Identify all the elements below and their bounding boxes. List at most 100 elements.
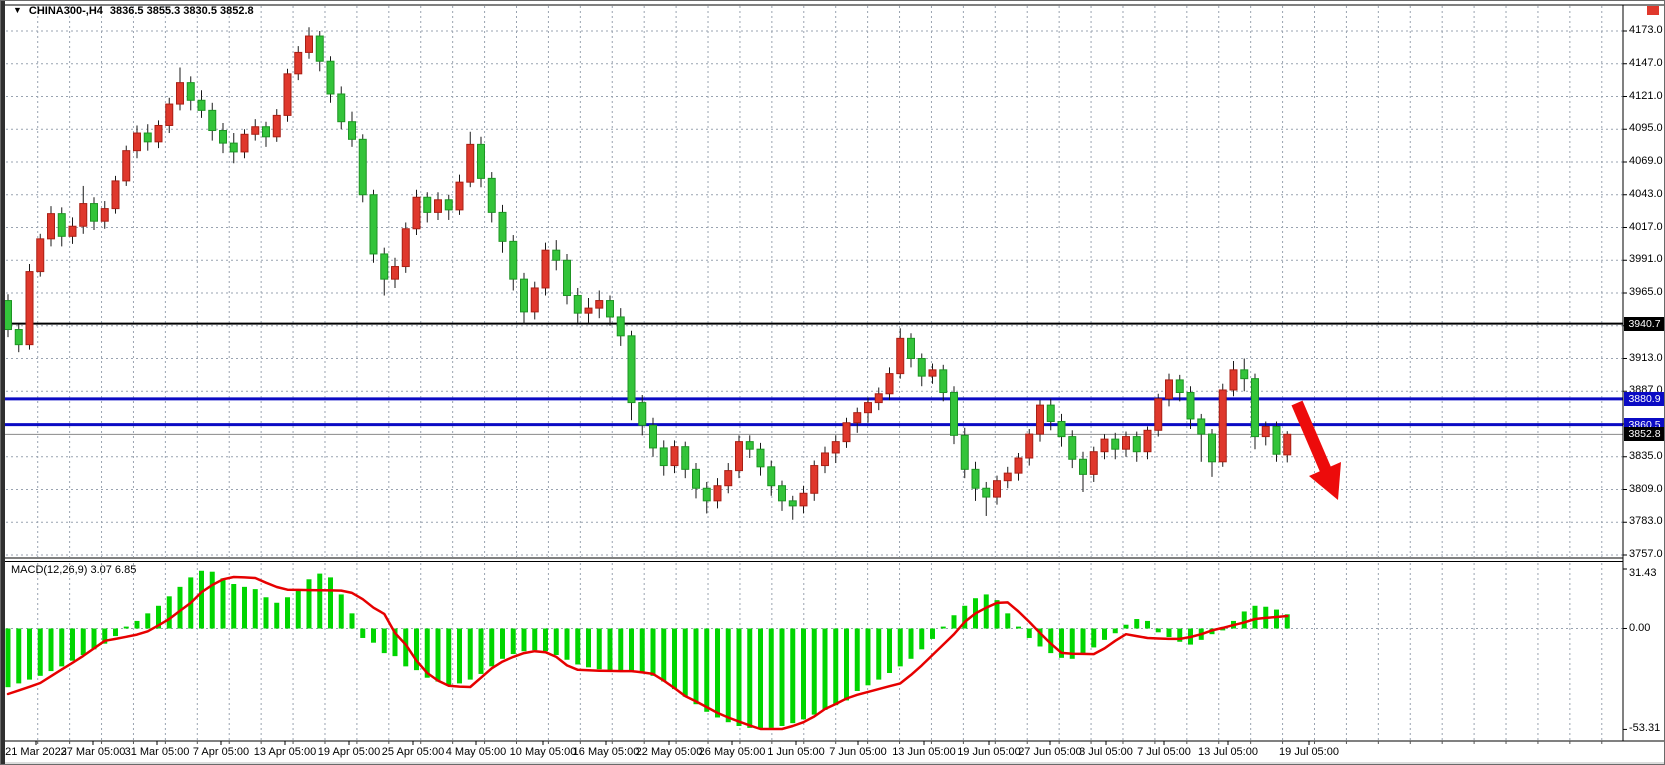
candle-up xyxy=(542,250,549,288)
macd-histogram-bar xyxy=(468,629,473,680)
candle-down xyxy=(5,301,12,330)
candle-down xyxy=(768,467,775,486)
triangle-down-icon[interactable]: ▼ xyxy=(13,5,22,15)
price-axis-label: 4043.0 xyxy=(1629,188,1663,200)
candle-up xyxy=(822,453,829,466)
chart-canvas[interactable] xyxy=(1,1,1665,765)
macd-histogram-bar xyxy=(1102,629,1107,640)
price-axis-label: 4147.0 xyxy=(1629,57,1663,69)
candle-up xyxy=(1015,458,1022,473)
price-axis-label: 3783.0 xyxy=(1629,515,1663,527)
candle-up xyxy=(811,466,818,494)
macd-histogram-bar xyxy=(876,629,881,680)
date-axis-label: 7 Jun 05:00 xyxy=(829,746,887,758)
candle-down xyxy=(1241,370,1248,379)
candle-down xyxy=(349,122,356,140)
macd-histogram-bar xyxy=(532,629,537,651)
candle-down xyxy=(1273,427,1280,455)
macd-histogram-bar xyxy=(1156,629,1161,633)
candle-down xyxy=(370,195,377,254)
macd-histogram-bar xyxy=(522,629,527,652)
macd-histogram-bar xyxy=(984,594,989,628)
candle-down xyxy=(338,94,345,122)
macd-histogram-bar xyxy=(274,603,279,629)
macd-histogram-bar xyxy=(167,596,172,628)
price-axis-label: 3965.0 xyxy=(1629,286,1663,298)
chart-window: ▼ CHINA300-,H4 3836.5 3855.3 3830.5 3852… xyxy=(0,0,1665,765)
candle-down xyxy=(327,61,334,94)
macd-histogram-bar xyxy=(747,629,752,728)
candle-down xyxy=(220,131,227,144)
candle-down xyxy=(445,200,452,210)
macd-histogram-bar xyxy=(683,629,688,697)
candle-up xyxy=(843,423,850,442)
macd-histogram-bar xyxy=(199,571,204,629)
macd-histogram-bar xyxy=(81,629,86,656)
candle-up xyxy=(241,134,248,152)
candle-up xyxy=(166,104,173,125)
macd-histogram-bar xyxy=(790,629,795,724)
candle-up xyxy=(1262,427,1269,437)
candle-down xyxy=(779,486,786,501)
candle-down xyxy=(1058,421,1065,436)
candle-up xyxy=(80,204,87,227)
candle-up xyxy=(854,413,861,423)
macd-histogram-bar xyxy=(339,594,344,628)
candle-down xyxy=(1209,434,1216,462)
candle-down xyxy=(789,501,796,506)
candle-down xyxy=(1133,437,1140,452)
candle-up xyxy=(596,301,603,309)
candle-up xyxy=(714,486,721,501)
candle-down xyxy=(198,100,205,110)
candle-up xyxy=(155,125,162,141)
candle-down xyxy=(564,260,571,295)
macd-histogram-bar xyxy=(6,629,11,688)
candle-down xyxy=(230,143,237,152)
macd-histogram-bar xyxy=(1253,606,1258,629)
macd-histogram-bar xyxy=(812,629,817,715)
macd-histogram-bar xyxy=(608,629,613,671)
macd-histogram-bar xyxy=(565,629,570,660)
candle-down xyxy=(682,447,689,470)
macd-histogram-bar xyxy=(1113,629,1118,634)
macd-histogram-bar xyxy=(16,629,21,684)
date-axis-label: 13 Jun 05:00 xyxy=(892,746,956,758)
candle-down xyxy=(381,254,388,279)
macd-histogram-bar xyxy=(49,629,54,672)
macd-histogram-bar xyxy=(715,629,720,718)
price-axis-label: 3991.0 xyxy=(1629,253,1663,265)
macd-histogram-bar xyxy=(307,579,312,628)
candle-up xyxy=(1155,399,1162,430)
macd-histogram-bar xyxy=(360,629,365,638)
price-axis-label: 4017.0 xyxy=(1629,221,1663,233)
candle-up xyxy=(1037,405,1044,434)
candle-up xyxy=(1144,430,1151,451)
candle-down xyxy=(488,178,495,212)
date-axis-label: 13 Jul 05:00 xyxy=(1198,746,1258,758)
alert-badge-icon[interactable] xyxy=(1647,6,1659,15)
ohlc-values: 3836.5 3855.3 3830.5 3852.8 xyxy=(110,5,254,17)
candle-up xyxy=(69,226,76,236)
macd-histogram-bar xyxy=(640,629,645,673)
candle-down xyxy=(639,403,646,426)
date-axis-label: 10 May 05:00 xyxy=(510,746,577,758)
macd-histogram-bar xyxy=(27,629,32,680)
candle-down xyxy=(209,110,216,130)
macd-histogram-bar xyxy=(844,629,849,701)
date-axis-label: 4 May 05:00 xyxy=(446,746,507,758)
date-axis-label: 7 Jul 05:00 xyxy=(1137,746,1191,758)
macd-histogram-bar xyxy=(554,629,559,656)
candle-up xyxy=(1123,437,1130,450)
macd-histogram-bar xyxy=(242,587,247,629)
macd-histogram-bar xyxy=(898,629,903,667)
macd-histogram-bar xyxy=(135,621,140,629)
macd-histogram-bar xyxy=(694,629,699,705)
candle-up xyxy=(48,214,55,239)
macd-histogram-bar xyxy=(382,629,387,654)
macd-histogram-bar xyxy=(833,629,838,706)
macd-histogram-bar xyxy=(909,629,914,659)
candle-up xyxy=(1090,452,1097,475)
date-axis-label: 16 May 05:00 xyxy=(573,746,640,758)
candle-down xyxy=(908,338,915,358)
macd-histogram-bar xyxy=(221,578,226,628)
